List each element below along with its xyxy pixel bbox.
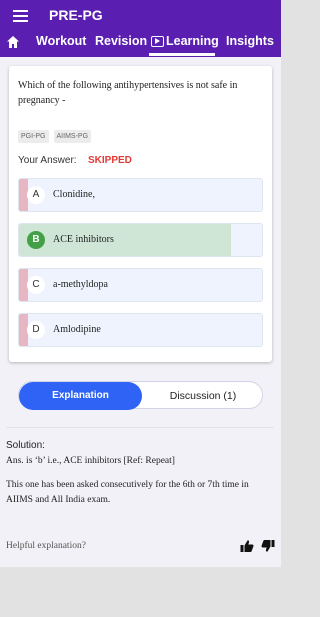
tab-learning-label: Learning	[166, 34, 219, 48]
active-tab-indicator	[149, 53, 215, 56]
tab-explanation[interactable]: Explanation	[19, 382, 142, 410]
app-bar-top-row: PRE-PG	[0, 0, 281, 31]
app-title: PRE-PG	[49, 7, 103, 23]
tab-insights[interactable]: Insights	[226, 34, 274, 48]
tab-learning[interactable]: Learning	[151, 34, 219, 48]
option-letter: B	[27, 231, 45, 249]
option-text: Amlodipine	[53, 324, 101, 335]
explanation-discussion-toggle: Explanation Discussion (1)	[18, 381, 264, 410]
option-c[interactable]: C a-methyldopa	[18, 268, 263, 302]
option-text: a-methyldopa	[53, 279, 108, 290]
option-text: Clonidine,	[53, 189, 95, 200]
tab-workout[interactable]: Workout	[36, 34, 86, 48]
option-letter: D	[27, 321, 45, 339]
option-d[interactable]: D Amlodipine	[18, 313, 263, 347]
tab-revision[interactable]: Revision	[95, 34, 147, 48]
divider	[6, 427, 274, 428]
app-bar: PRE-PG Workout Revision Learning Insight…	[0, 0, 281, 57]
option-a[interactable]: A Clonidine,	[18, 178, 263, 212]
your-answer-label: Your Answer:	[18, 155, 77, 166]
bottom-empty-area	[0, 567, 281, 617]
hamburger-menu-icon[interactable]	[13, 10, 28, 22]
question-tags: PGI-PG AIIMS-PG	[18, 130, 92, 143]
option-text: ACE inhibitors	[53, 234, 114, 245]
thumbs-up-icon[interactable]	[240, 539, 254, 553]
solution-title: Solution:	[6, 440, 45, 451]
tab-discussion[interactable]: Discussion (1)	[142, 382, 264, 410]
main-content: Which of the following antihypertensives…	[0, 57, 281, 567]
home-icon[interactable]	[6, 35, 20, 49]
option-b-correct[interactable]: B ACE inhibitors	[18, 223, 263, 257]
solution-note: This one has been asked consecutively fo…	[6, 480, 249, 505]
play-video-icon	[151, 35, 164, 47]
question-text: Which of the following antihypertensives…	[18, 80, 238, 106]
option-letter: C	[27, 276, 45, 294]
correct-fill	[19, 224, 231, 256]
tag-aiims-pg: AIIMS-PG	[53, 130, 92, 143]
option-letter: A	[27, 186, 45, 204]
tab-bar: Workout Revision Learning Insights	[0, 31, 281, 55]
thumbs-down-icon[interactable]	[261, 539, 275, 553]
tag-pgi-pg: PGI-PG	[18, 130, 49, 143]
solution-answer: Ans. is ‘b’ i.e., ACE inhibitors [Ref: R…	[6, 456, 175, 466]
helpful-prompt: Helpful explanation?	[6, 541, 86, 551]
question-card: Which of the following antihypertensives…	[9, 66, 272, 362]
your-answer-status: SKIPPED	[88, 155, 132, 166]
